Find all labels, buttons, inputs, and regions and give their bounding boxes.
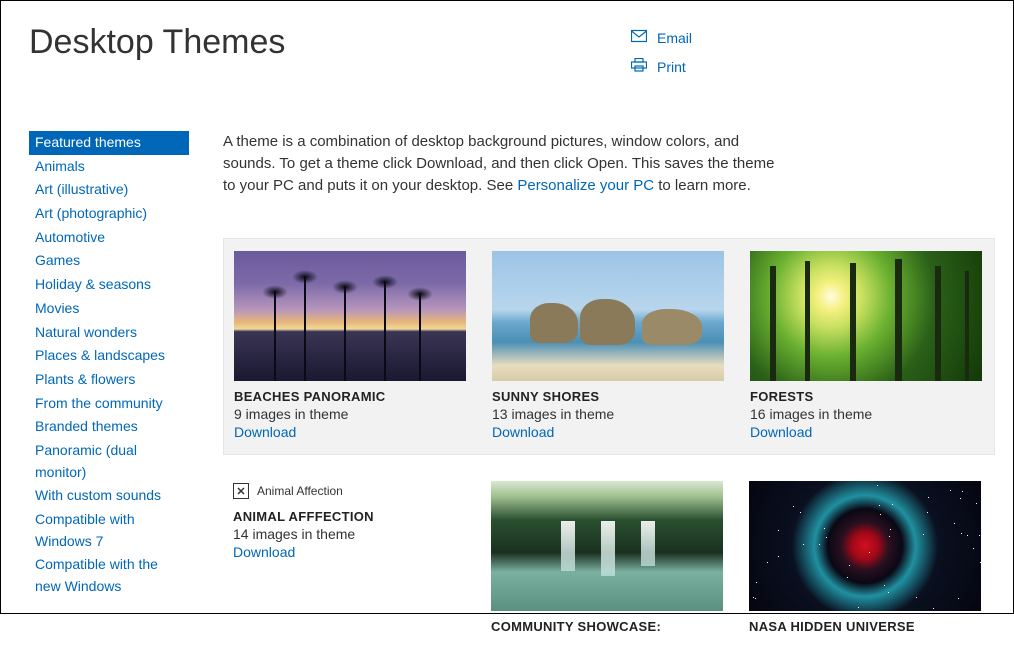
theme-thumbnail[interactable]	[749, 481, 981, 611]
sidebar-item-1[interactable]: Animals	[29, 155, 189, 179]
theme-row-featured: BEACHES PANORAMIC 9 images in theme Downlo…	[223, 238, 995, 455]
download-link[interactable]: Download	[492, 424, 724, 440]
sidebar-item-15[interactable]: Compatible with Windows 7	[29, 508, 189, 553]
email-link[interactable]: Email	[631, 29, 692, 46]
theme-count: 16 images in theme	[750, 406, 982, 422]
sidebar-item-8[interactable]: Natural wonders	[29, 321, 189, 345]
email-icon	[631, 29, 647, 46]
theme-title: FORESTS	[750, 389, 982, 404]
sidebar-item-5[interactable]: Games	[29, 249, 189, 273]
sidebar-item-14[interactable]: With custom sounds	[29, 484, 189, 508]
broken-image-icon: ✕Animal Affection	[233, 481, 465, 501]
sidebar-item-16[interactable]: Compatible with the new Windows	[29, 553, 189, 598]
content-area: A theme is a combination of desktop back…	[223, 131, 995, 613]
theme-title: ANIMAL AFFFECTION	[233, 509, 465, 524]
theme-title: NASA HIDDEN UNIVERSE	[749, 619, 981, 634]
theme-count: 9 images in theme	[234, 406, 466, 422]
sidebar-item-13[interactable]: Panoramic (dual monitor)	[29, 439, 189, 484]
personalize-link[interactable]: Personalize your PC	[517, 177, 654, 194]
sidebar-item-9[interactable]: Places & landscapes	[29, 344, 189, 368]
theme-row: ✕Animal Affection ANIMAL AFFFECTION 14 ima…	[223, 469, 995, 648]
theme-title: BEACHES PANORAMIC	[234, 389, 466, 404]
page-title: Desktop Themes	[1, 1, 1013, 62]
download-link[interactable]: Download	[234, 424, 466, 440]
print-icon	[631, 58, 647, 75]
download-link[interactable]: Download	[750, 424, 982, 440]
download-link[interactable]: Download	[233, 544, 465, 560]
intro-after: to learn more.	[654, 177, 751, 194]
theme-card: COMMUNITY SHOWCASE:	[491, 481, 723, 634]
theme-card: ✕Animal Affection ANIMAL AFFFECTION 14 ima…	[233, 481, 465, 634]
theme-thumbnail[interactable]	[750, 251, 982, 381]
sidebar-item-0[interactable]: Featured themes	[29, 131, 189, 155]
theme-thumbnail[interactable]	[492, 251, 724, 381]
theme-count: 13 images in theme	[492, 406, 724, 422]
sidebar-item-4[interactable]: Automotive	[29, 226, 189, 250]
print-label: Print	[657, 59, 686, 75]
sidebar-item-10[interactable]: Plants & flowers	[29, 368, 189, 392]
email-label: Email	[657, 30, 692, 46]
page-actions: Email Print	[631, 29, 692, 87]
intro-text: A theme is a combination of desktop back…	[223, 131, 783, 196]
sidebar-item-7[interactable]: Movies	[29, 297, 189, 321]
theme-count: 14 images in theme	[233, 526, 465, 542]
theme-card: BEACHES PANORAMIC 9 images in theme Downlo…	[234, 251, 466, 440]
sidebar-item-6[interactable]: Holiday & seasons	[29, 273, 189, 297]
theme-card: FORESTS 16 images in theme Download	[750, 251, 982, 440]
theme-card: SUNNY SHORES 13 images in theme Download	[492, 251, 724, 440]
print-link[interactable]: Print	[631, 58, 692, 75]
theme-card: NASA HIDDEN UNIVERSE	[749, 481, 981, 634]
theme-title: COMMUNITY SHOWCASE:	[491, 619, 723, 634]
sidebar-item-11[interactable]: From the community	[29, 392, 189, 416]
sidebar-item-12[interactable]: Branded themes	[29, 415, 189, 439]
sidebar-item-3[interactable]: Art (photographic)	[29, 202, 189, 226]
theme-thumbnail[interactable]	[234, 251, 466, 381]
category-sidebar: Featured themesAnimalsArt (illustrative)…	[29, 131, 189, 613]
theme-title: SUNNY SHORES	[492, 389, 724, 404]
sidebar-item-2[interactable]: Art (illustrative)	[29, 178, 189, 202]
theme-thumbnail[interactable]	[491, 481, 723, 611]
